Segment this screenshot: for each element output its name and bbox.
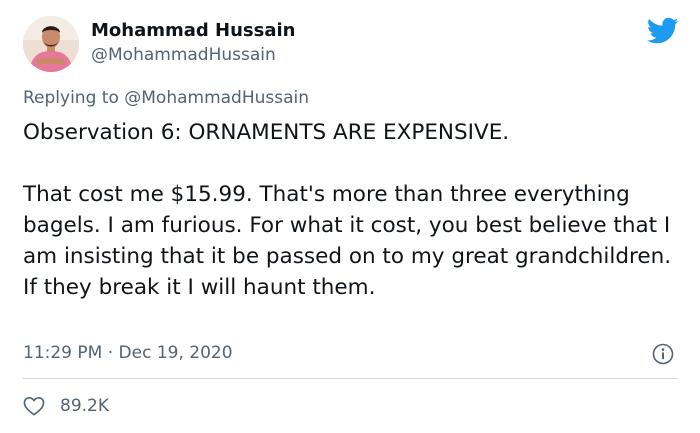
reply-prefix: Replying to: [23, 88, 119, 108]
reply-to-handle[interactable]: @MohammadHussain: [124, 88, 309, 108]
author-name[interactable]: Mohammad Hussain: [91, 20, 296, 41]
divider: [23, 378, 678, 379]
info-icon[interactable]: [652, 343, 674, 365]
reply-context: Replying to @MohammadHussain: [23, 88, 309, 108]
tweet-paragraph: Observation 6: ORNAMENTS ARE EXPENSIVE.: [23, 120, 510, 145]
like-button[interactable]: 89.2K: [23, 396, 109, 416]
tweet-text: Observation 6: ORNAMENTS ARE EXPENSIVE. …: [23, 117, 683, 303]
like-count: 89.2K: [60, 396, 109, 416]
heart-icon: [23, 397, 45, 416]
avatar[interactable]: [23, 16, 79, 72]
tweet-paragraph: That cost me $15.99. That's more than th…: [23, 182, 672, 300]
tweet-timestamp[interactable]: 11:29 PM · Dec 19, 2020: [23, 343, 233, 363]
twitter-bird-icon[interactable]: [647, 17, 679, 45]
author-handle[interactable]: @MohammadHussain: [91, 45, 276, 65]
avatar-image: [23, 16, 79, 72]
